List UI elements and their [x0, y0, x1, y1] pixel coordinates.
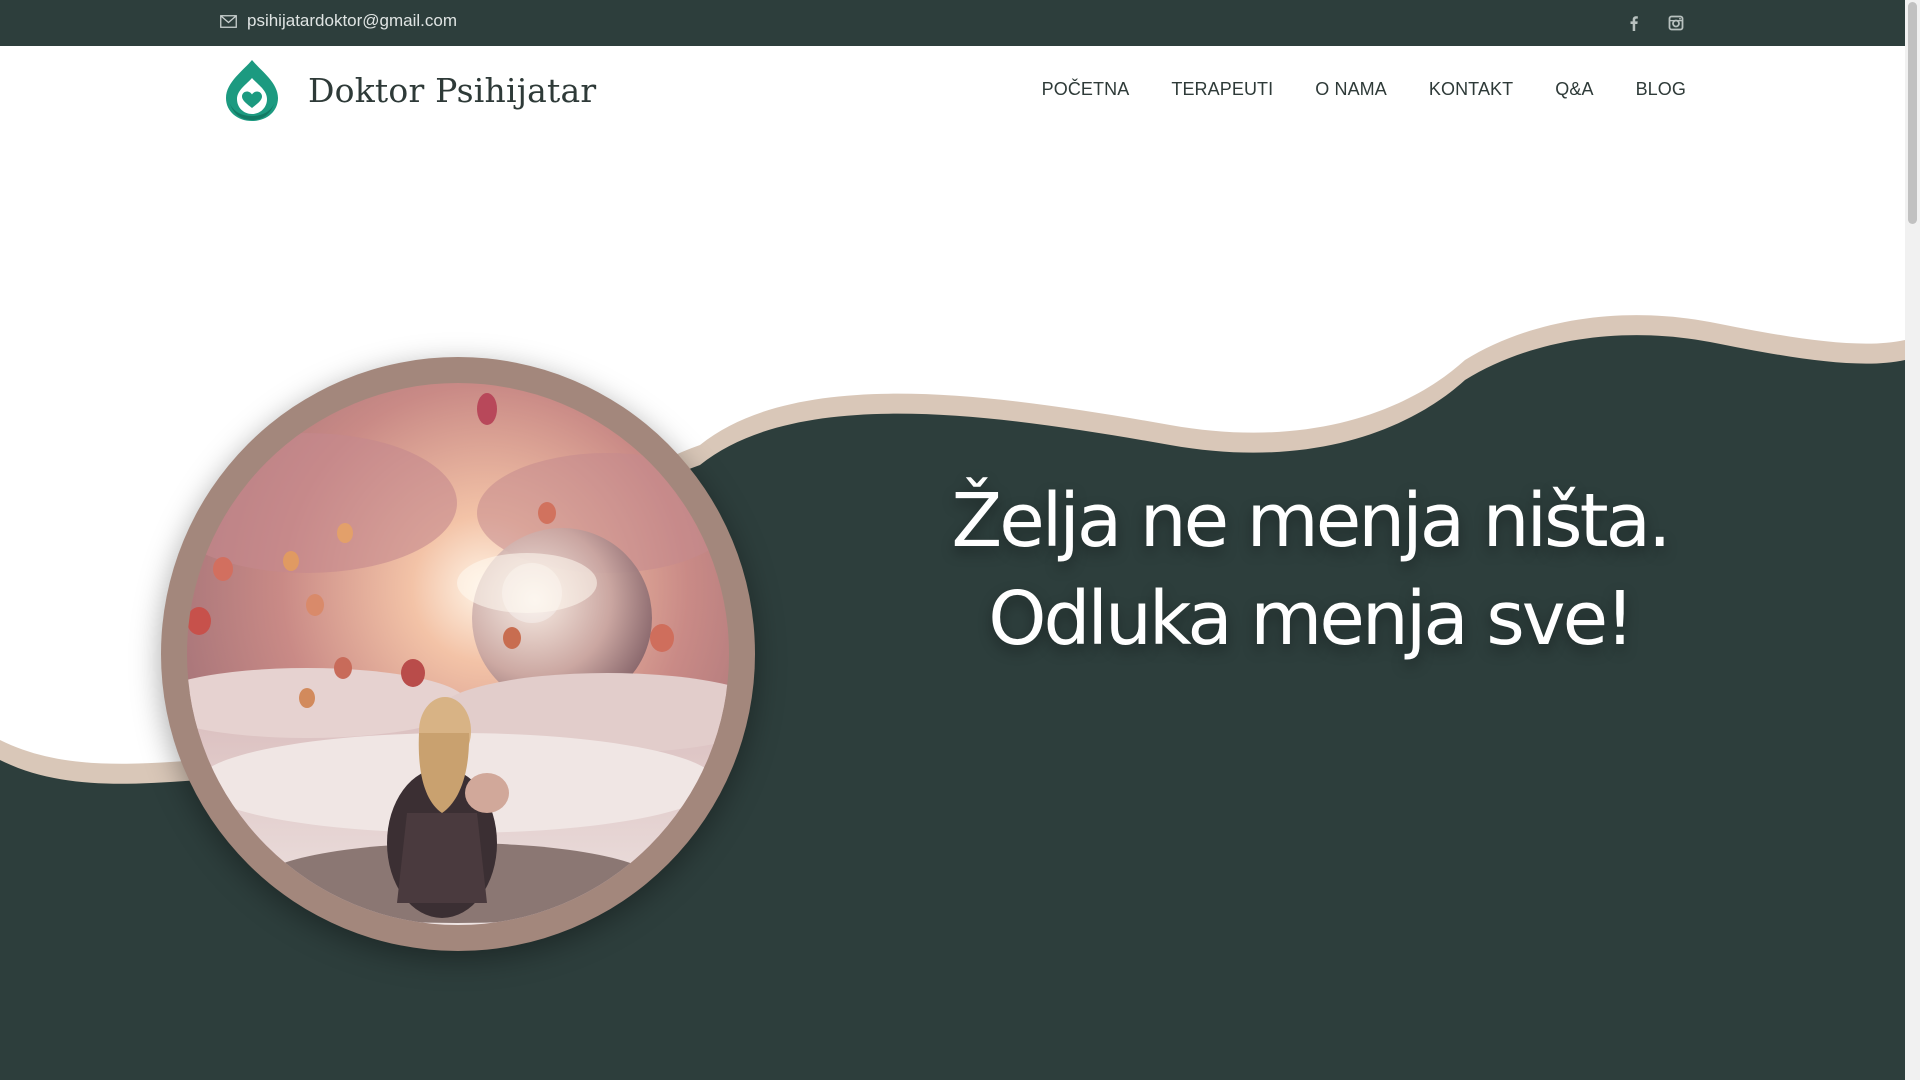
email-text: psihijatardoktor@gmail.com: [247, 11, 458, 30]
headline-line-2: Odluka menja sve!: [988, 576, 1635, 662]
nav-item-terapeuti[interactable]: TERAPEUTI: [1171, 79, 1273, 100]
envelope-icon: [220, 14, 237, 28]
brand-name: Doktor Psihijatar: [308, 70, 597, 110]
instagram-icon: [1668, 15, 1684, 31]
nav-item-kontakt[interactable]: KONTAKT: [1429, 79, 1513, 100]
headline-line-1: Želja ne menja ništa.: [951, 478, 1672, 564]
contact-email[interactable]: psihijatardoktor@gmail.com: [220, 11, 457, 31]
facebook-link[interactable]: [1623, 12, 1645, 34]
nav-item-pocetna[interactable]: POČETNA: [1042, 79, 1130, 100]
page-scrollbar[interactable]: [1905, 0, 1920, 1080]
nav-item-o-nama[interactable]: O NAMA: [1315, 79, 1387, 100]
site-header: Doktor Psihijatar POČETNA TERAPEUTI O NA…: [0, 46, 1905, 136]
heart-drop-logo-icon: [226, 60, 278, 121]
facebook-icon: [1630, 16, 1638, 31]
site-logo[interactable]: Doktor Psihijatar: [220, 58, 596, 122]
hero-image-frame: [161, 357, 755, 951]
hero-headline: Želja ne menja ništa. Odluka menja sve!: [950, 472, 1672, 668]
instagram-link[interactable]: [1665, 12, 1687, 34]
hero-image: [187, 383, 729, 925]
top-bar: psihijatardoktor@gmail.com: [0, 0, 1905, 46]
scrollbar-thumb[interactable]: [1908, 2, 1917, 224]
nav-item-qa[interactable]: Q&A: [1555, 79, 1593, 100]
main-nav: POČETNA TERAPEUTI O NAMA KONTAKT Q&A BLO…: [1042, 79, 1686, 100]
nav-item-blog[interactable]: BLOG: [1636, 79, 1686, 100]
